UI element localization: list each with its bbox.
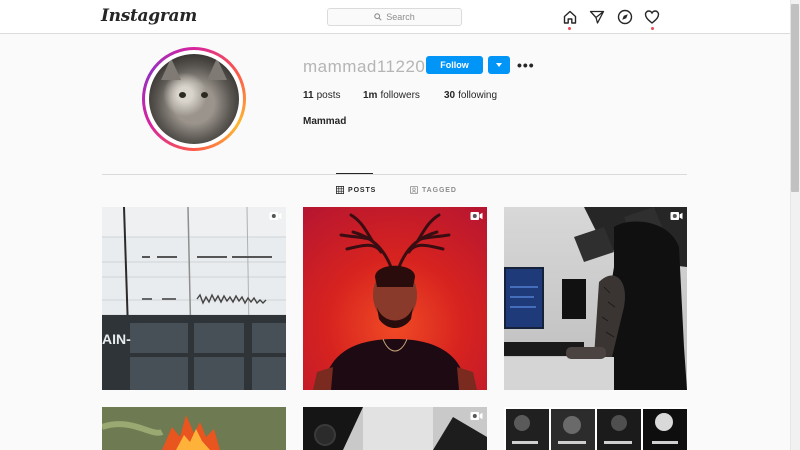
profile-avatar-ring[interactable]: [142, 47, 246, 151]
post-image: [504, 207, 687, 390]
post-image: [303, 407, 487, 450]
top-navigation-bar: Instagram Search: [0, 0, 790, 34]
grid-icon: [336, 186, 344, 194]
search-input[interactable]: Search: [327, 8, 462, 26]
video-icon: [470, 211, 483, 221]
tagged-user-icon: [410, 186, 418, 194]
search-icon: [374, 13, 382, 21]
activity-notification-dot: [651, 27, 654, 30]
follow-button[interactable]: Follow: [426, 56, 483, 74]
post-image: [102, 407, 286, 450]
profile-full-name: Mammad: [303, 116, 347, 127]
search-placeholder: Search: [386, 12, 415, 22]
following-count-stat[interactable]: 30 following: [444, 90, 497, 101]
activity-icon[interactable]: [644, 9, 660, 25]
direct-icon[interactable]: [589, 9, 605, 25]
video-icon: [269, 211, 282, 221]
options-button[interactable]: •••: [517, 58, 535, 72]
posts-count-stat: 11 posts: [303, 90, 341, 101]
post-thumbnail[interactable]: [303, 407, 487, 450]
tabs-divider: [102, 174, 687, 175]
chevron-down-icon: [496, 63, 502, 67]
svg-text:AIN-: AIN-: [102, 331, 131, 347]
explore-icon[interactable]: [617, 9, 633, 25]
post-thumbnail[interactable]: [102, 407, 286, 450]
active-tab-indicator: [336, 173, 373, 174]
scrollbar-track[interactable]: [790, 0, 800, 450]
tab-tagged[interactable]: TAGGED: [410, 186, 457, 194]
profile-avatar: [149, 54, 239, 144]
profile-username: mammad11220: [303, 57, 426, 76]
post-image: [313, 213, 477, 390]
scrollbar-thumb[interactable]: [791, 4, 799, 192]
home-notification-dot: [568, 27, 571, 30]
post-thumbnail[interactable]: [504, 207, 687, 390]
home-icon[interactable]: [562, 9, 578, 25]
post-thumbnail[interactable]: AIN-: [102, 207, 286, 390]
video-icon: [670, 211, 683, 221]
post-thumbnail[interactable]: [504, 407, 687, 450]
tab-posts[interactable]: POSTS: [336, 186, 376, 194]
post-image: AIN-: [102, 207, 286, 390]
post-image: [504, 407, 687, 450]
instagram-logo[interactable]: Instagram: [101, 6, 197, 26]
followers-count-stat[interactable]: 1m followers: [363, 90, 420, 101]
video-icon: [470, 411, 483, 421]
suggested-accounts-dropdown-button[interactable]: [488, 56, 510, 74]
post-thumbnail[interactable]: [303, 207, 487, 390]
